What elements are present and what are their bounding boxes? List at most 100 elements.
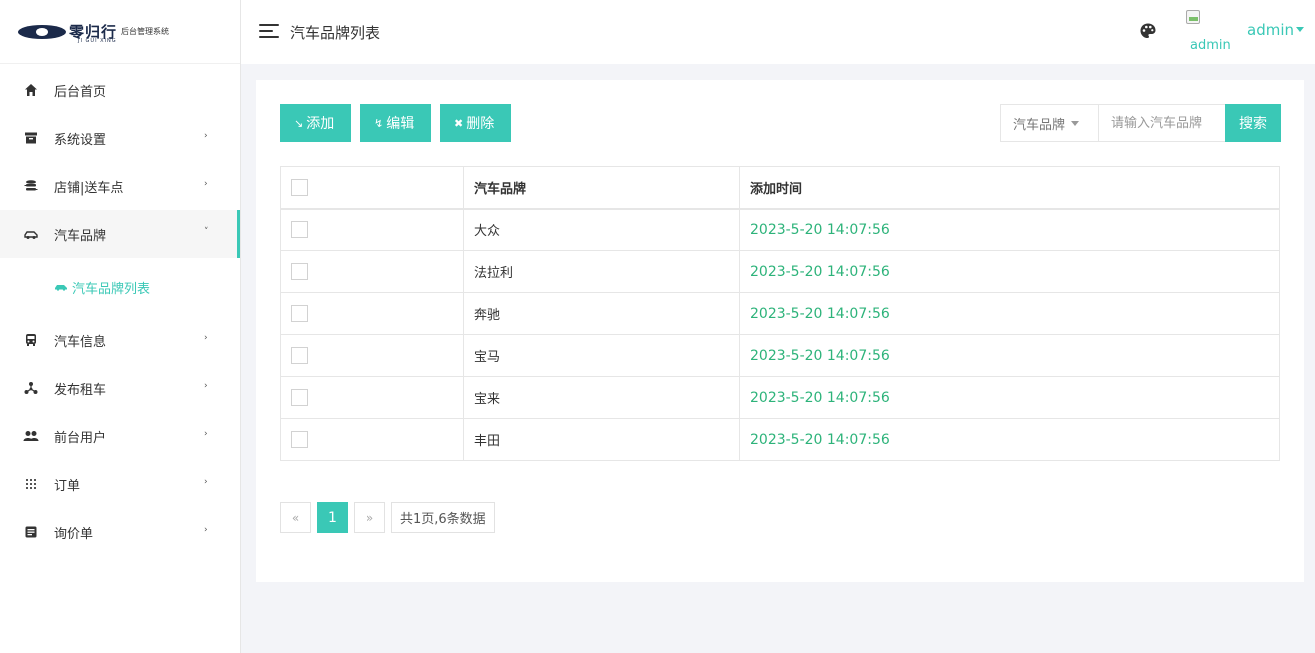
edit-button[interactable]: ↯ 编辑	[360, 104, 431, 142]
brand-cell: 法拉利	[463, 250, 740, 293]
sidebar-item-label: 后台首页	[54, 84, 107, 100]
time-cell: 2023-5-20 14:07:56	[739, 250, 1280, 293]
sidebar-item-label: 系统设置	[54, 132, 107, 148]
brand-cell: 奔驰	[463, 292, 740, 335]
pagination: « 1 » 共1页,6条数据	[280, 502, 501, 533]
search-field-value: 汽车品牌	[1013, 117, 1066, 133]
sidebar-subitem-label: 汽车品牌列表	[72, 281, 151, 297]
broken-image-icon	[1186, 10, 1200, 24]
chevron-down-icon: ˅	[204, 227, 209, 237]
sidebar-item-home[interactable]: 后台首页	[0, 66, 240, 114]
row-checkbox[interactable]	[291, 305, 308, 322]
palette-icon[interactable]	[1139, 22, 1157, 40]
avatar[interactable]: admin	[1186, 10, 1232, 54]
table-row: 大众 2023-5-20 14:07:56	[280, 208, 1280, 251]
sidebar-item-label: 店铺|送车点	[54, 180, 124, 196]
column-header-time: 添加时间	[739, 166, 1280, 209]
network-icon	[22, 379, 40, 397]
select-all-checkbox[interactable]	[291, 178, 308, 196]
delete-button-label: 删除	[466, 116, 495, 132]
sidebar-menu: 后台首页 系统设置 › 店铺|送车点 › 汽车品牌 ˅ 汽车品牌列表 汽车信息 …	[0, 66, 240, 556]
sidebar-item-publish-rental[interactable]: 发布租车 ›	[0, 364, 240, 412]
row-checkbox[interactable]	[291, 431, 308, 448]
chevron-right-icon: ›	[204, 179, 208, 189]
table-header-row: 汽车品牌 添加时间	[280, 166, 1280, 209]
avatar-alt-text: admin	[1190, 38, 1231, 53]
bus-icon	[22, 331, 40, 349]
logo: 零归行 后台管理系统 JI GUI XING	[0, 0, 240, 64]
pagination-prev[interactable]: «	[280, 502, 311, 533]
brand-cell: 丰田	[463, 418, 740, 461]
sidebar-item-inquiries[interactable]: 询价单 ›	[0, 508, 240, 556]
table-row: 法拉利 2023-5-20 14:07:56	[280, 250, 1280, 293]
sidebar-item-label: 订单	[54, 478, 81, 494]
pagination-page-1[interactable]: 1	[317, 502, 348, 533]
logo-subtitle: 后台管理系统	[121, 27, 170, 36]
content-card: ↘ 添加 ↯ 编辑 ✖ 删除 汽车品牌 搜索 汽车品牌 添加时间 大众	[256, 80, 1304, 582]
chevron-right-icon: ›	[204, 131, 208, 141]
chevron-right-icon: ›	[204, 429, 208, 439]
sidebar-item-front-users[interactable]: 前台用户 ›	[0, 412, 240, 460]
car-icon	[54, 281, 68, 294]
row-select-cell	[280, 334, 464, 377]
search-field-select[interactable]: 汽车品牌	[1001, 105, 1099, 141]
sidebar-subitem-car-brand-list[interactable]: 汽车品牌列表	[0, 258, 240, 316]
sidebar-item-shops[interactable]: 店铺|送车点 ›	[0, 162, 240, 210]
row-checkbox[interactable]	[291, 389, 308, 406]
chevron-right-icon: ›	[204, 525, 208, 535]
users-icon	[22, 427, 40, 445]
sidebar-item-car-info[interactable]: 汽车信息 ›	[0, 316, 240, 364]
menu-toggle-icon[interactable]	[259, 24, 279, 38]
pagination-info: 共1页,6条数据	[391, 502, 495, 533]
time-cell: 2023-5-20 14:07:56	[739, 292, 1280, 335]
car-icon	[22, 225, 40, 243]
search-input[interactable]	[1099, 105, 1225, 141]
sidebar-item-label: 汽车品牌	[54, 228, 107, 244]
brand-table: 汽车品牌 添加时间 大众 2023-5-20 14:07:56 法拉利 2023…	[280, 166, 1280, 461]
sidebar-item-label: 发布租车	[54, 382, 107, 398]
time-cell: 2023-5-20 14:07:56	[739, 334, 1280, 377]
sidebar-item-label: 汽车信息	[54, 334, 107, 350]
table-row: 奔驰 2023-5-20 14:07:56	[280, 292, 1280, 335]
arrow-down-right-icon: ↘	[294, 116, 304, 130]
row-select-cell	[280, 250, 464, 293]
edit-icon: ↯	[374, 116, 384, 130]
search-box: 汽车品牌 搜索	[1000, 104, 1281, 142]
pagination-next[interactable]: »	[354, 502, 385, 533]
sidebar-item-label: 前台用户	[54, 430, 107, 446]
sidebar-item-label: 询价单	[54, 526, 94, 542]
table-row: 宝马 2023-5-20 14:07:56	[280, 334, 1280, 377]
grid-icon	[22, 475, 40, 493]
sidebar-item-car-brand[interactable]: 汽车品牌 ˅	[0, 210, 240, 258]
row-select-cell	[280, 418, 464, 461]
sidebar-item-orders[interactable]: 订单 ›	[0, 460, 240, 508]
table-row: 宝来 2023-5-20 14:07:56	[280, 376, 1280, 419]
chevron-right-icon: ›	[204, 477, 208, 487]
add-button-label: 添加	[306, 116, 335, 132]
select-all-cell	[280, 166, 464, 209]
brand-cell: 大众	[463, 208, 740, 251]
archive-icon	[22, 129, 40, 147]
document-icon	[22, 523, 40, 541]
row-checkbox[interactable]	[291, 263, 308, 280]
user-menu[interactable]: admin	[1247, 21, 1294, 39]
row-checkbox[interactable]	[291, 347, 308, 364]
row-select-cell	[280, 376, 464, 419]
chevron-right-icon: ›	[204, 381, 208, 391]
brand-cell: 宝来	[463, 376, 740, 419]
caret-down-icon	[1071, 120, 1080, 126]
row-checkbox[interactable]	[291, 221, 308, 239]
delete-button[interactable]: ✖ 删除	[440, 104, 511, 142]
row-select-cell	[280, 208, 464, 251]
brand-cell: 宝马	[463, 334, 740, 377]
sidebar-item-system-settings[interactable]: 系统设置 ›	[0, 114, 240, 162]
add-button[interactable]: ↘ 添加	[280, 104, 351, 142]
table-row: 丰田 2023-5-20 14:07:56	[280, 418, 1280, 461]
logo-emblem-icon	[18, 24, 66, 39]
edit-button-label: 编辑	[386, 116, 415, 132]
delete-icon: ✖	[454, 116, 464, 130]
column-header-brand: 汽车品牌	[463, 166, 740, 209]
caret-down-icon[interactable]	[1296, 27, 1304, 32]
chevron-right-icon: ›	[204, 333, 208, 343]
search-button[interactable]: 搜索	[1225, 104, 1281, 142]
